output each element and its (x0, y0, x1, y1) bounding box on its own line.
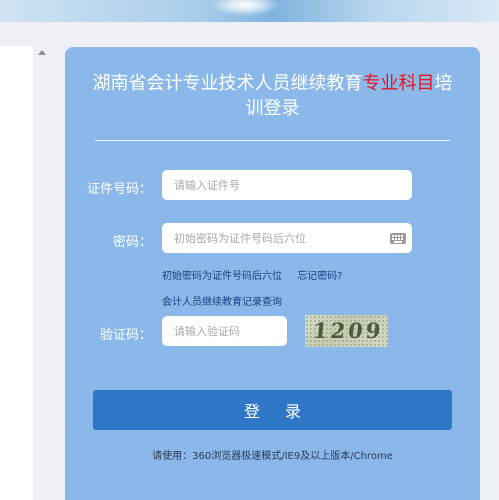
title-highlight: 专业科目 (362, 73, 435, 94)
password-hint: 初始密码为证件号码后六位 (162, 271, 282, 282)
captcha-text: 1209 (311, 318, 385, 343)
scrollbar[interactable] (35, 46, 49, 500)
keyboard-icon[interactable] (390, 233, 406, 244)
top-banner (0, 0, 499, 22)
login-card: 湖南省会计专业技术人员继续教育专业科目培训登录 证件号码： 密码： 初始密码为证… (65, 47, 480, 500)
scroll-up-arrow-icon[interactable] (38, 50, 46, 55)
id-number-input[interactable] (162, 170, 412, 200)
password-label: 密码： (112, 235, 152, 250)
password-hint-row: 初始密码为证件号码后六位 忘记密码? (162, 267, 343, 282)
title-part1: 湖南省会计专业技术人员继续教育 (92, 73, 363, 94)
banner-decoration (210, 0, 280, 16)
page-title: 湖南省会计专业技术人员继续教育专业科目培训登录 (85, 71, 460, 121)
browser-note: 请使用：360浏览器极速模式/IE9及以上版本/Chrome (152, 451, 393, 462)
login-button[interactable]: 登 录 (93, 390, 452, 430)
title-divider (95, 140, 450, 141)
left-content-panel (0, 46, 33, 500)
id-number-label: 证件号码： (86, 182, 152, 197)
captcha-input[interactable] (162, 316, 287, 346)
record-query-link[interactable]: 会计人员继续教育记录查询 (162, 293, 282, 308)
captcha-image[interactable]: 1209 (305, 315, 388, 347)
forgot-password-link[interactable]: 忘记密码? (297, 271, 342, 282)
password-input[interactable] (162, 223, 412, 253)
captcha-label: 验证码： (99, 328, 152, 343)
